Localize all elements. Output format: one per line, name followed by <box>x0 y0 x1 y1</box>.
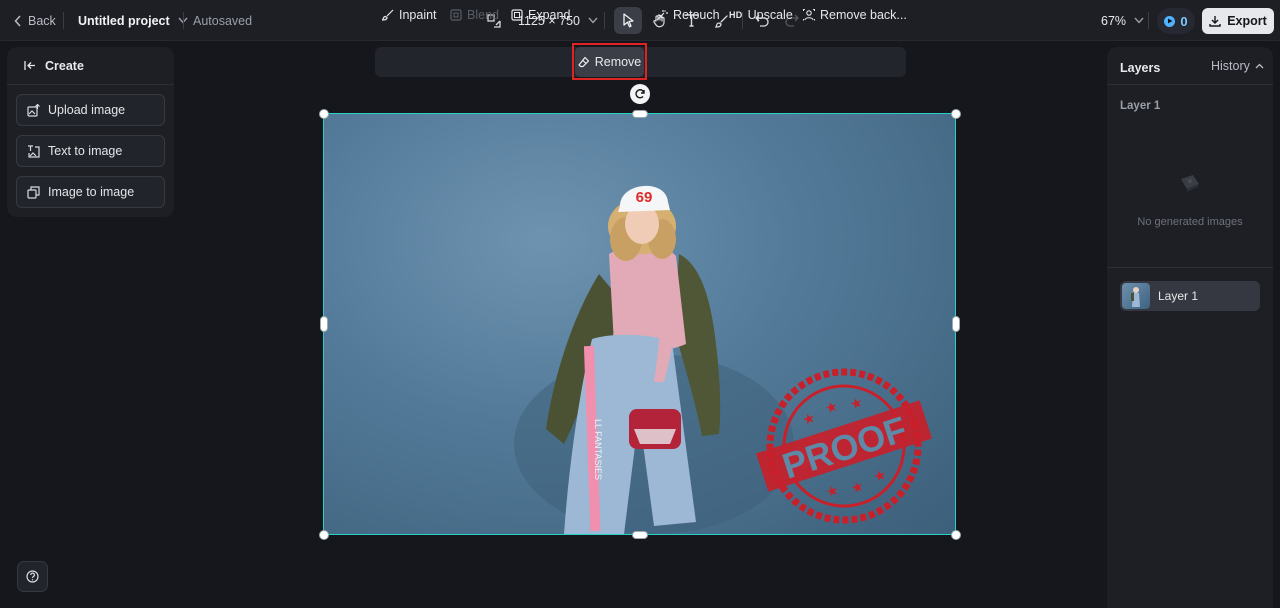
layer-section-title: Layer 1 <box>1120 100 1161 112</box>
collapse-left-icon <box>24 61 35 70</box>
text-to-image-label: Text to image <box>48 144 123 158</box>
resize-handle-top-left[interactable] <box>319 109 329 119</box>
expand-label: Expand <box>528 8 571 22</box>
upscale-label: Upscale <box>747 8 793 22</box>
remove-label: Remove <box>594 55 642 69</box>
history-label: History <box>1211 59 1250 73</box>
svg-text:★: ★ <box>824 481 841 500</box>
create-panel-header[interactable]: Create <box>7 47 174 85</box>
inpaint-label: Inpaint <box>399 8 437 22</box>
create-panel: Create Upload image Text to image Image … <box>7 47 174 217</box>
image-to-image-button[interactable]: Image to image <box>16 176 165 208</box>
credits-badge[interactable]: 0 <box>1157 8 1195 34</box>
image-to-image-label: Image to image <box>48 185 135 199</box>
tab-layers[interactable]: Layers <box>1120 61 1160 75</box>
zoom-value: 67% <box>1101 13 1127 28</box>
brush-icon <box>382 9 394 21</box>
create-panel-title: Create <box>45 58 84 73</box>
svg-text:★: ★ <box>849 477 866 496</box>
chevron-down-icon <box>588 17 598 24</box>
svg-text:★: ★ <box>871 466 888 485</box>
layer-name: Layer 1 <box>1158 289 1199 303</box>
expand-icon <box>511 9 523 21</box>
resize-handle-bottom-left[interactable] <box>319 530 329 540</box>
credits-count: 0 <box>1180 13 1188 29</box>
magic-wand-icon <box>656 10 668 21</box>
resize-handle-right[interactable] <box>952 316 960 332</box>
download-icon <box>1209 16 1221 27</box>
blend-label: Blend <box>467 8 499 22</box>
back-button[interactable]: Back <box>14 0 56 41</box>
stamp-text: PROOF <box>777 408 911 487</box>
zoom-dropdown[interactable]: 67% <box>1101 0 1144 41</box>
credit-icon <box>1164 15 1176 27</box>
help-icon <box>26 570 39 583</box>
upload-image-button[interactable]: Upload image <box>16 94 165 126</box>
resize-handle-bottom[interactable] <box>632 531 648 539</box>
rotate-handle[interactable] <box>630 84 650 104</box>
back-label: Back <box>28 13 56 28</box>
blend-button[interactable]: Blend <box>450 0 499 30</box>
upload-image-label: Upload image <box>48 103 126 117</box>
resize-handle-left[interactable] <box>320 316 328 332</box>
rotate-icon <box>635 89 645 99</box>
text-to-image-button[interactable]: Text to image <box>16 135 165 167</box>
expand-button[interactable]: Expand <box>511 0 570 30</box>
layer-item[interactable]: Layer 1 <box>1120 281 1260 311</box>
divider <box>1107 267 1273 268</box>
canvas-image[interactable]: LL FANTASIES 69 PROOF ★ ★ ★ ★ ★ ★ <box>323 113 956 535</box>
chevron-left-icon <box>14 14 21 27</box>
resize-handle-top-right[interactable] <box>951 109 961 119</box>
empty-images-icon <box>1176 170 1204 201</box>
upload-image-icon <box>27 103 40 117</box>
upscale-button[interactable]: HD Upscale <box>729 0 793 30</box>
retouch-label: Retouch <box>673 8 720 22</box>
resize-handle-bottom-right[interactable] <box>951 530 961 540</box>
layers-panel: Layers History Layer 1 No generated imag… <box>1107 47 1273 608</box>
project-title: Untitled project <box>78 13 170 28</box>
tab-history[interactable]: History <box>1211 59 1264 73</box>
layer-thumbnail <box>1122 283 1150 309</box>
inpaint-button[interactable]: Inpaint <box>382 0 437 30</box>
pants-text: LL FANTASIES <box>593 419 603 480</box>
export-label: Export <box>1227 14 1267 28</box>
top-bar: Back Untitled project Autosaved 1125 × 7… <box>0 0 1280 41</box>
remove-background-label: Remove back... <box>820 8 907 22</box>
svg-text:★: ★ <box>848 394 865 413</box>
chevron-up-icon <box>1255 63 1264 69</box>
remove-background-button[interactable]: Remove back... <box>803 0 907 30</box>
layers-panel-header: Layers History <box>1107 47 1273 85</box>
cursor-icon <box>622 13 634 28</box>
text-to-image-icon <box>28 144 40 158</box>
retouch-button[interactable]: Retouch <box>656 0 720 30</box>
export-button[interactable]: Export <box>1202 8 1274 34</box>
autosave-status: Autosaved <box>193 13 253 28</box>
svg-text:★: ★ <box>800 409 817 428</box>
help-button[interactable] <box>17 561 48 592</box>
remove-background-icon <box>803 9 815 21</box>
svg-text:★: ★ <box>823 397 840 416</box>
select-tool[interactable] <box>614 7 642 34</box>
eraser-icon <box>578 56 589 68</box>
image-to-image-icon <box>27 185 40 199</box>
chevron-down-icon <box>1134 17 1144 24</box>
resize-handle-top[interactable] <box>632 110 648 118</box>
hd-icon: HD <box>729 10 743 20</box>
project-title-dropdown[interactable]: Untitled project <box>78 0 188 41</box>
cap-number: 69 <box>636 189 653 206</box>
blend-icon <box>450 9 462 21</box>
photo: LL FANTASIES 69 PROOF ★ ★ ★ ★ ★ ★ <box>514 185 932 534</box>
remove-button[interactable]: Remove <box>575 47 644 77</box>
empty-state-text: No generated images <box>1137 216 1243 228</box>
